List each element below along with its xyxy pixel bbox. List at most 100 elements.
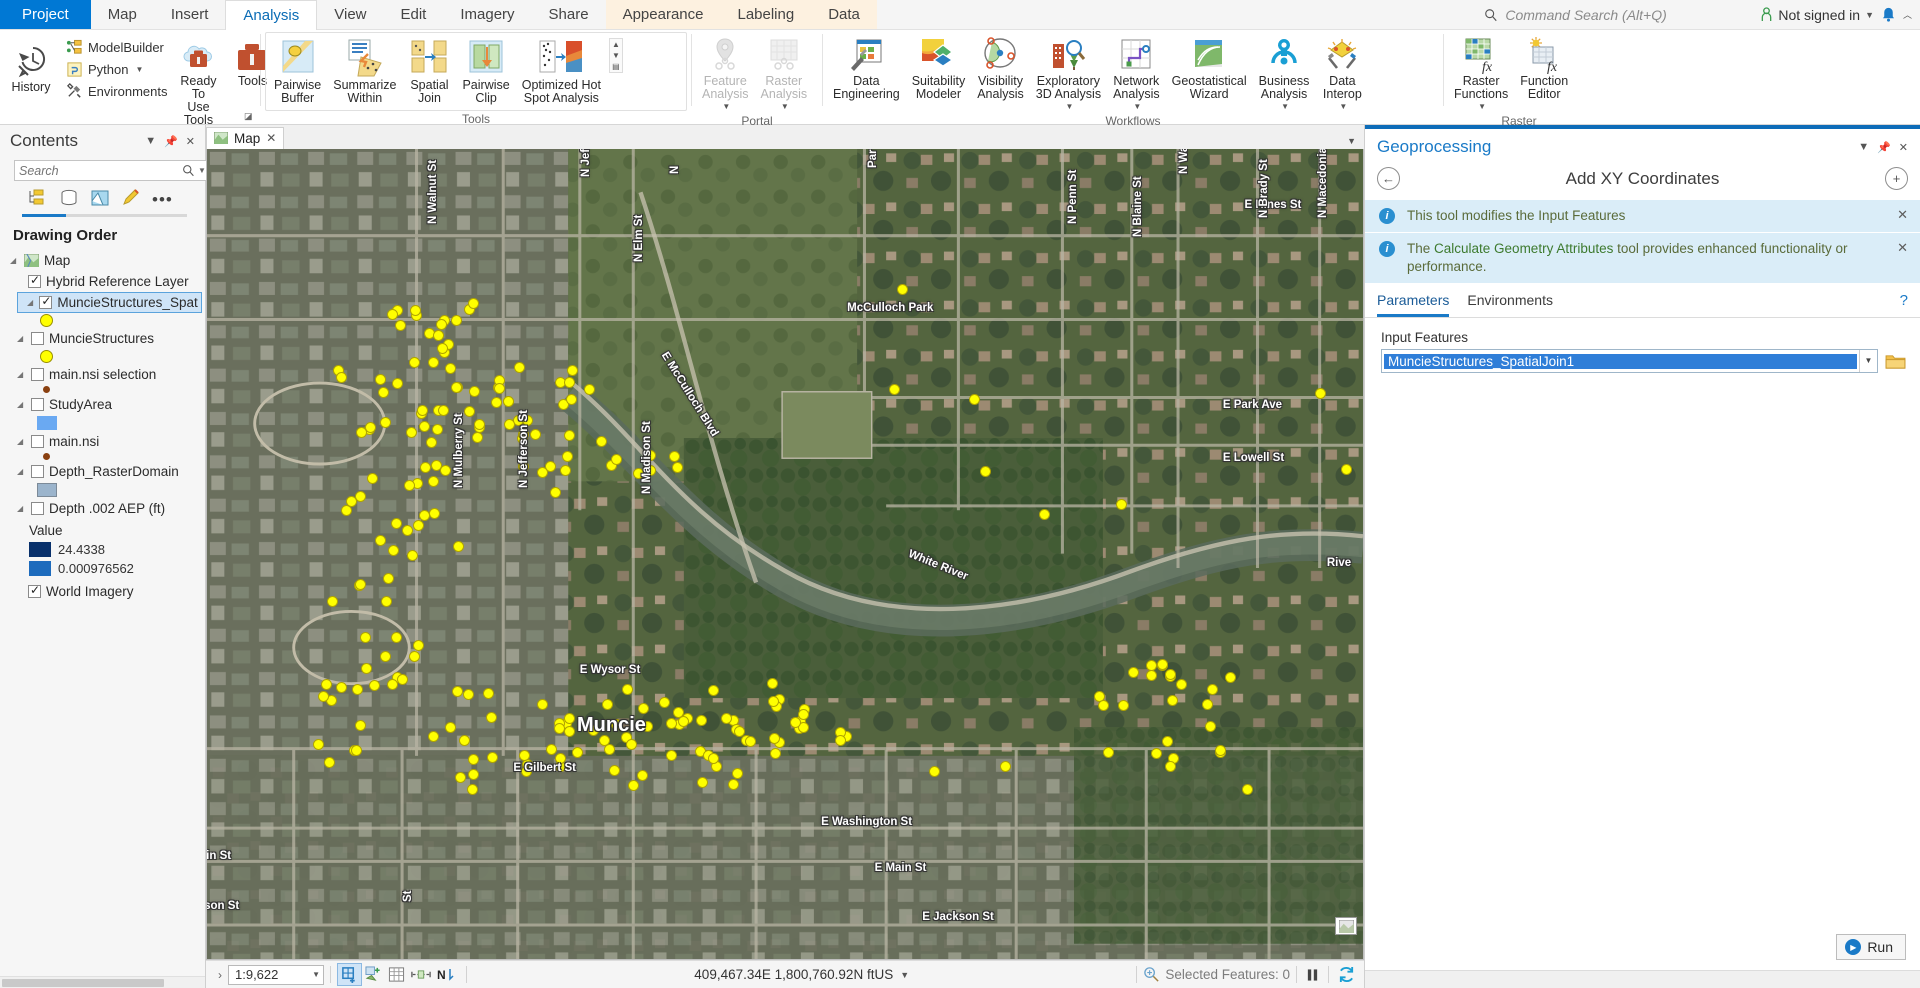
search-input[interactable]: ▼ [14,160,211,181]
ribbon-button-suitability-modeler[interactable]: Suitability Modeler [906,34,972,103]
help-icon[interactable]: ? [1900,292,1908,317]
geoprocessing-close-icon[interactable]: ✕ [1895,141,1912,154]
close-icon[interactable]: ✕ [1897,207,1908,223]
ribbon-button-business-analysis[interactable]: Business Analysis ▼ [1253,34,1316,113]
attribute-table-tool[interactable] [385,964,408,985]
expand-arrow-icon[interactable]: ◢ [17,334,26,343]
tab-map[interactable]: Map [91,0,154,29]
chevron-down-icon[interactable]: ▼ [312,970,320,979]
list-by-drawing-order-icon[interactable] [28,189,48,210]
select-features-tool[interactable] [337,963,362,986]
close-icon[interactable]: ✕ [1897,240,1908,256]
ribbon-button-python[interactable]: Python ▼ [62,60,171,79]
contents-close-icon[interactable]: ✕ [182,135,199,148]
contents-menu-icon[interactable]: ▼ [141,135,160,147]
layer-munciestructures-spatialjoin[interactable]: ◢ MuncieStructures_SpatialJoi [17,292,202,313]
contents-horizontal-scrollbar[interactable] [0,976,205,988]
expand-arrow-icon[interactable]: ◢ [17,504,26,513]
ribbon-button-network-analysis[interactable]: Network Analysis ▼ [1107,34,1166,113]
expand-arrow-icon[interactable]: ◢ [17,370,26,379]
search-input-field[interactable] [19,163,182,178]
map-tabs-chevron-icon[interactable]: ▼ [1347,136,1356,146]
tab-data[interactable]: Data [811,0,877,29]
expand-arrow-icon[interactable]: ◢ [10,256,19,265]
map-canvas[interactable]: N Walnut St N Jeff N Elm St N Par N Wa E Hines… [206,149,1364,960]
layer-main-nsi-selection[interactable]: ◢ main.nsi selection [0,364,205,385]
refresh-button[interactable] [1335,964,1358,985]
layer-checkbox[interactable] [31,502,44,515]
ribbon-button-optimized-hot-spot[interactable]: Optimized Hot Spot Analysis [516,36,607,107]
layer-main-nsi[interactable]: ◢ main.nsi [0,431,205,452]
ribbon-button-summarize-within[interactable]: Summarize Within [327,36,402,107]
more-options-icon[interactable]: ••• [152,190,173,210]
scroll-up-icon[interactable]: ▲ [610,39,622,50]
contents-pin-icon[interactable]: 📌 [160,135,182,148]
scroll-expand-icon[interactable]: ▤ [610,61,622,72]
expand-arrow-icon[interactable]: ◢ [17,467,26,476]
geoprocessing-dialog-launcher[interactable]: ◪ [244,111,256,123]
layer-checkbox[interactable] [31,368,44,381]
back-arrow-icon[interactable]: ← [1377,167,1400,190]
ribbon-button-ready-to-use-tools[interactable]: Ready To Use Tools [171,34,225,129]
tab-edit[interactable]: Edit [384,0,444,29]
tools-gallery-scroll[interactable]: ▲ ▼ ▤ [608,38,623,73]
geoprocessing-pin-icon[interactable]: 📌 [1873,141,1895,154]
ribbon-button-environments[interactable]: Environments [62,82,171,101]
list-by-editing-icon[interactable] [121,189,141,210]
expand-arrow-icon[interactable]: ◢ [17,437,26,446]
input-features-field[interactable]: MuncieStructures_SpatialJoin1 ▼ [1381,349,1878,373]
geoprocessing-menu-icon[interactable]: ▼ [1854,141,1873,153]
layer-checkbox[interactable] [28,273,41,288]
layer-munciestructures[interactable]: ◢ MuncieStructures [0,328,205,349]
ribbon-button-pairwise-buffer[interactable]: Pairwise Buffer [268,36,327,107]
browse-button[interactable] [1884,351,1906,371]
map-tab[interactable]: Map ✕ [206,127,285,149]
expand-arrow-icon[interactable]: ◢ [27,298,34,307]
expand-arrow-icon[interactable]: ◢ [17,400,26,409]
map-overview-toggle[interactable] [1335,917,1357,935]
input-features-value[interactable]: MuncieStructures_SpatialJoin1 [1384,353,1857,369]
ribbon-button-raster-functions[interactable]: fx Raster Functions ▼ [1448,34,1514,113]
select-by-attributes-tool[interactable] [362,964,385,985]
chevron-down-icon[interactable]: ▼ [900,970,909,980]
layer-checkbox[interactable] [31,435,44,448]
bell-icon[interactable] [1880,6,1897,23]
command-search[interactable]: Command Search (Alt+Q) [1484,7,1754,23]
tab-parameters[interactable]: Parameters [1377,292,1450,317]
map-scale-selector[interactable]: 1:9,622 ▼ [228,964,324,985]
ribbon-button-raster-analysis[interactable]: Raster Analysis ▼ [755,34,814,113]
tab-appearance[interactable]: Appearance [606,0,721,29]
close-icon[interactable]: ✕ [266,131,276,145]
ribbon-button-visibility-analysis[interactable]: Visibility Analysis [971,34,1030,103]
ribbon-button-data-engineering[interactable]: Data Engineering [827,34,906,103]
layer-checkbox[interactable] [31,332,44,345]
collapse-ribbon-icon[interactable]: ︿ [1903,8,1912,21]
ribbon-button-history[interactable]: History [4,34,58,96]
run-button[interactable]: ▶ Run [1836,934,1906,960]
scrollbar-thumb[interactable] [2,979,164,987]
plus-circle-icon[interactable]: + [1885,167,1908,190]
list-by-data-source-icon[interactable] [59,189,79,210]
ribbon-button-spatial-join[interactable]: Spatial Join [402,36,456,107]
layer-world-imagery[interactable]: World Imagery [0,578,205,602]
tab-project[interactable]: Project [0,0,91,29]
expand-status-icon[interactable]: › [212,968,228,982]
sign-in-status[interactable]: Not signed in ▼ [1760,7,1874,23]
tab-environments[interactable]: Environments [1467,292,1553,317]
ribbon-button-exploratory-3d[interactable]: Exploratory 3D Analysis ▼ [1030,34,1107,113]
tab-view[interactable]: View [317,0,383,29]
calculate-geometry-attributes-link[interactable]: Calculate Geometry Attributes [1434,241,1613,256]
ribbon-button-feature-analysis[interactable]: Feature Analysis ▼ [696,34,755,113]
pause-drawing-button[interactable] [1303,965,1322,985]
layer-depth-rasterdomain[interactable]: ◢ Depth_RasterDomain [0,461,205,482]
list-by-selection-icon[interactable] [90,189,110,210]
tab-labeling[interactable]: Labeling [720,0,811,29]
tab-imagery[interactable]: Imagery [443,0,531,29]
ribbon-button-data-interop[interactable]: Data Interop ▼ [1315,34,1369,113]
tab-insert[interactable]: Insert [154,0,226,29]
layer-depth-002-aep[interactable]: ◢ Depth .002 AEP (ft) [0,498,205,519]
tab-share[interactable]: Share [532,0,606,29]
layer-studyarea[interactable]: ◢ StudyArea [0,394,205,415]
layer-checkbox[interactable] [28,583,41,598]
chevron-down-icon[interactable]: ▼ [1859,350,1877,372]
